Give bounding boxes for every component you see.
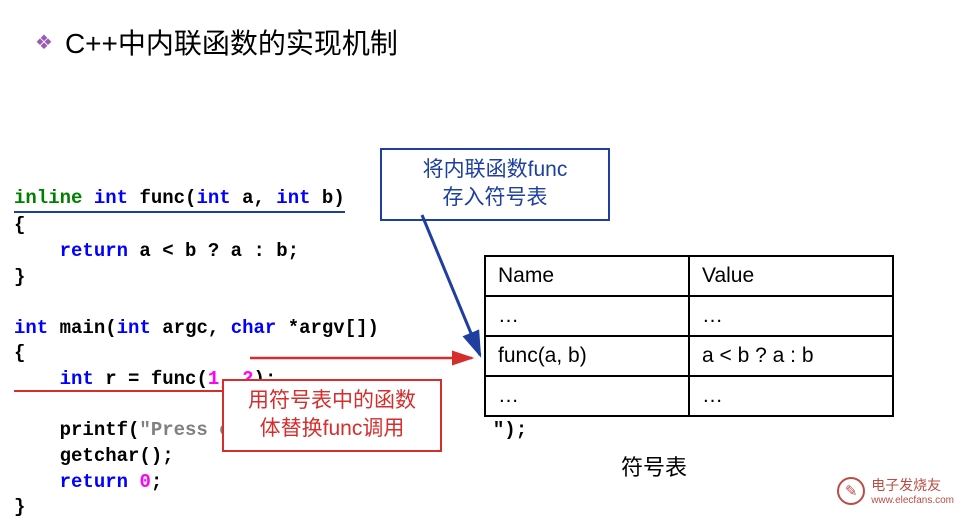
cell-func-value: a < b ? a : b: [689, 336, 893, 376]
callout-store-func: 将内联函数func 存入符号表: [380, 148, 610, 221]
callout-replace-call: 用符号表中的函数 体替换func调用: [222, 379, 442, 452]
table-row: … …: [485, 376, 893, 416]
table-caption: 符号表: [621, 450, 687, 482]
symbol-table: Name Value … … func(a, b) a < b ? a : b …: [484, 255, 894, 417]
cell-dots: …: [485, 376, 689, 416]
heading-text: C++中内联函数的实现机制: [65, 22, 398, 62]
table-row: … …: [485, 296, 893, 336]
cell-dots: …: [689, 296, 893, 336]
cell-dots: …: [689, 376, 893, 416]
callout-red-line2: 体替换func调用: [238, 415, 426, 443]
header-value: Value: [689, 256, 893, 296]
cell-func-name: func(a, b): [485, 336, 689, 376]
header-name: Name: [485, 256, 689, 296]
cell-dots: …: [485, 296, 689, 336]
callout-blue-line1: 将内联函数func: [396, 156, 594, 184]
table-row: Name Value: [485, 256, 893, 296]
callout-red-line1: 用符号表中的函数: [238, 387, 426, 415]
watermark-text: 电子发烧友 www.elecfans.com: [871, 475, 954, 506]
watermark: ✎ 电子发烧友 www.elecfans.com: [837, 475, 954, 506]
watermark-logo-icon: ✎: [837, 477, 865, 505]
bullet-icon: ❖: [35, 30, 53, 55]
callout-blue-line2: 存入符号表: [396, 184, 594, 212]
table-row: func(a, b) a < b ? a : b: [485, 336, 893, 376]
slide-heading: ❖ C++中内联函数的实现机制: [35, 22, 398, 62]
